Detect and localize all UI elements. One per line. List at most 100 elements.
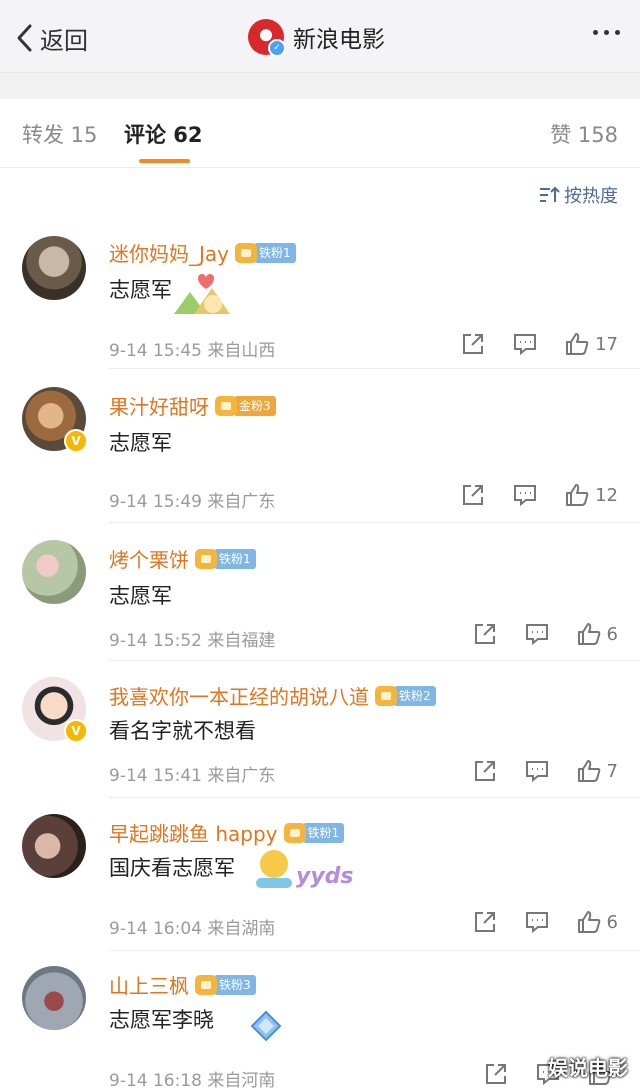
share-button[interactable] [484,1062,508,1086]
comment-icon [514,334,537,356]
crown-icon [195,548,217,569]
share-icon [463,334,484,354]
share-button[interactable] [473,759,497,783]
avatar[interactable]: V [22,387,88,453]
reply-button[interactable] [513,332,537,356]
crown-icon [195,974,217,995]
comment-time: 9-14 16:04 [109,919,202,939]
comment-username[interactable]: 我喜欢你一本正经的胡说八道 铁粉2 [109,681,436,710]
comment-actions: 6 [473,622,618,646]
comment-location: 来自福建 [207,631,276,651]
comment-username[interactable]: 果汁好甜呀 金粉3 [109,391,276,420]
comment-time: 9-14 15:45 [109,341,202,361]
reply-button[interactable] [525,759,549,783]
divider [109,660,640,661]
avatar[interactable] [22,540,86,604]
username-text: 果汁好甜呀 [109,395,209,419]
share-icon [474,761,495,781]
fan-badge-label: 铁粉2 [394,685,436,706]
share-button[interactable] [461,483,485,507]
reply-button[interactable] [525,910,549,934]
tab-bar: 转发 15 评论 62 赞 158 [0,99,640,168]
crown-icon [215,395,237,416]
thumbs-up-icon [577,623,600,645]
thumbs-up-icon [577,911,600,933]
like-button[interactable]: 7 [577,759,618,783]
fan-badge[interactable]: 金粉3 [215,395,276,416]
divider [109,368,640,369]
fan-badge-label: 铁粉1 [302,822,345,843]
avatar[interactable] [22,236,86,300]
sort-icon [540,186,560,202]
comment-actions: 7 [473,759,618,783]
fan-badge[interactable]: 铁粉1 [235,242,296,263]
fan-badge[interactable]: 铁粉1 [283,822,345,843]
avatar[interactable]: V [22,677,88,743]
username-text: 早起跳跳鱼 happy [109,822,278,846]
divider [109,797,640,798]
comment-location: 来自山西 [207,341,276,361]
comment-meta: 9-14 15:52 来自福建 [109,626,275,651]
share-button[interactable] [461,332,485,356]
comment-location: 来自广东 [207,766,276,786]
comment-actions: 17 [461,332,618,356]
reply-button[interactable] [513,483,537,507]
comment-text: 志愿军 [109,431,172,455]
avatar[interactable] [22,814,86,878]
comment-meta: 9-14 15:49 来自广东 [109,487,275,512]
crown-icon [375,685,397,706]
share-button[interactable] [473,622,497,646]
diamond-sticker-icon [250,1010,282,1042]
like-count: 6 [606,911,618,933]
comment-time: 9-14 15:52 [109,631,202,651]
like-button[interactable]: 12 [565,483,618,507]
like-count: 7 [606,760,618,782]
fan-badge[interactable]: 铁粉2 [375,685,436,706]
more-button[interactable] [593,30,620,35]
share-icon [463,485,484,505]
fan-badge[interactable]: 铁粉1 [195,548,256,569]
comment-meta: 9-14 15:45 来自山西 [109,336,275,361]
page-title-text: 新浪电影 [293,27,385,53]
fan-badge[interactable]: 铁粉3 [195,974,256,995]
crown-icon [235,242,257,263]
thumbs-up-icon [566,333,589,355]
comment-username[interactable]: 烤个栗饼 铁粉1 [109,544,256,573]
comment-text: 志愿军 [109,584,172,608]
like-button[interactable]: 6 [577,910,618,934]
like-button[interactable]: 17 [565,332,618,356]
username-text: 迷你妈妈_Jay [109,242,229,266]
yyds-text: yyds [296,864,354,889]
watermark: 娱说电影 [548,1056,628,1080]
comment-location: 来自广东 [207,492,276,512]
comment-meta: 9-14 16:04 来自湖南 [109,914,275,939]
share-icon [486,1064,506,1084]
yyds-sticker-icon: yyds [256,842,354,894]
tab-comments[interactable]: 评论 62 [124,119,203,149]
comment-actions: 12 [461,483,618,507]
sort-label: 按热度 [564,186,618,207]
comment-icon [525,912,548,934]
comment-meta: 9-14 15:41 来自广东 [109,761,275,786]
share-button[interactable] [473,910,497,934]
back-button[interactable]: 返回 [14,20,88,56]
sina-movie-avatar: ✓ [248,19,286,57]
comment-meta: 9-14 16:18 来自河南 [109,1066,275,1091]
zongzi-sticker-icon [174,274,230,314]
comment-text: 国庆看志愿军 [109,856,235,880]
reply-button[interactable] [525,622,549,646]
sort-button[interactable]: 按热度 [538,182,618,208]
verified-icon: V [64,429,88,453]
comment-username[interactable]: 山上三枫 铁粉3 [109,970,256,999]
share-icon [474,624,495,644]
tab-repost[interactable]: 转发 15 [22,119,97,149]
tab-likes[interactable]: 赞 158 [550,119,618,149]
comment-time: 9-14 16:18 [109,1071,202,1091]
comment-icon [525,624,548,646]
page-title[interactable]: ✓ 新浪电影 [248,18,385,57]
verified-icon: ✓ [268,39,286,57]
verified-icon: V [64,719,88,743]
comment-username[interactable]: 迷你妈妈_Jay 铁粉1 [109,238,296,267]
avatar[interactable] [22,966,86,1030]
like-button[interactable]: 6 [577,622,618,646]
